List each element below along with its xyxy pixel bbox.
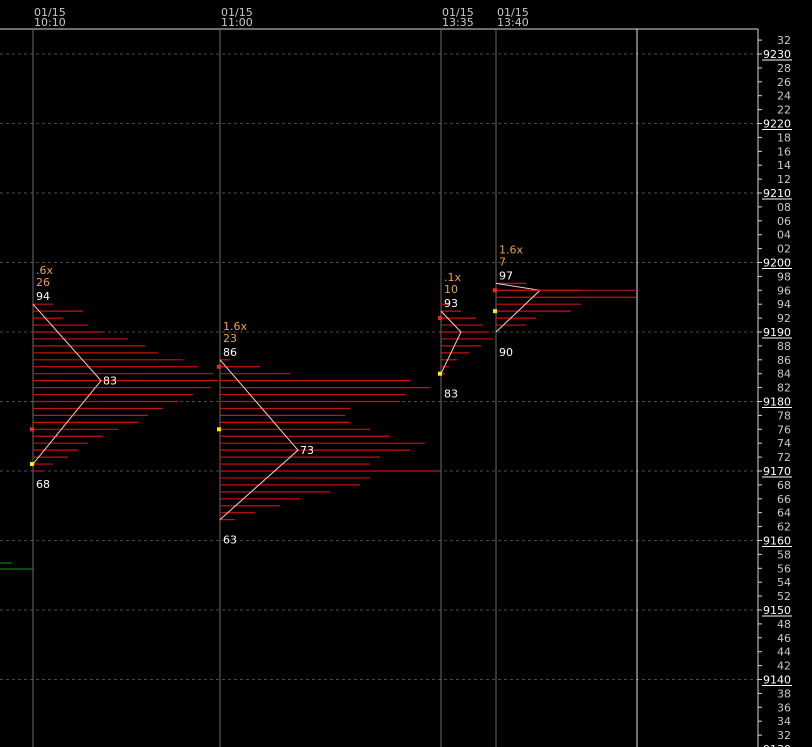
close-marker xyxy=(438,371,442,376)
axis-label-9150: 9150 xyxy=(763,604,791,617)
axis-label-9184: 84 xyxy=(777,368,791,381)
axis-label-9182: 82 xyxy=(777,382,791,395)
axis-label-9218: 18 xyxy=(777,131,791,144)
axis-label-9180: 9180 xyxy=(763,396,791,409)
axis-label-9176: 76 xyxy=(777,423,791,436)
axis-label-9132: 32 xyxy=(777,729,791,742)
axis-label-9224: 24 xyxy=(777,90,791,103)
axis-label-9204: 04 xyxy=(777,229,791,242)
profile-high-label: 86 xyxy=(223,346,237,359)
profile-poc-label: 83 xyxy=(103,375,117,388)
axis-label-9138: 38 xyxy=(777,687,791,700)
axis-label-9226: 26 xyxy=(777,76,791,89)
axis-label-9140: 9140 xyxy=(763,674,791,687)
axis-label-9170: 9170 xyxy=(763,465,791,478)
profile-high-label: 94 xyxy=(36,290,50,303)
close-marker xyxy=(217,427,221,432)
axis-label-9200: 9200 xyxy=(763,257,791,270)
axis-label-9130: 9130 xyxy=(763,743,791,747)
profile-count: 7 xyxy=(499,255,506,268)
axis-label-9188: 88 xyxy=(777,340,791,353)
axis-label-9160: 9160 xyxy=(763,535,791,548)
axis-label-9148: 48 xyxy=(777,618,791,631)
axis-label-9174: 74 xyxy=(777,437,791,450)
axis-label-9158: 58 xyxy=(777,548,791,561)
period-time-1: 11:00 xyxy=(221,16,253,29)
axis-label-9168: 68 xyxy=(777,479,791,492)
profile-low-label: 68 xyxy=(36,478,50,491)
axis-label-9154: 54 xyxy=(777,576,791,589)
profile-low-label: 63 xyxy=(223,534,237,547)
axis-label-9232: 32 xyxy=(777,34,791,47)
axis-label-9220: 9220 xyxy=(763,118,791,131)
profile-high-label: 93 xyxy=(444,297,458,310)
axis-label-9142: 42 xyxy=(777,660,791,673)
volume-profile-chart[interactable]: .6x269468831.6x23866373.1x1093831.6x7979… xyxy=(0,0,812,747)
axis-label-9156: 56 xyxy=(777,562,791,575)
axis-label-9166: 66 xyxy=(777,493,791,506)
axis-label-9190: 9190 xyxy=(763,326,791,339)
profile-count: 26 xyxy=(36,276,50,289)
profile-poc-label: 73 xyxy=(300,444,314,457)
axis-label-9144: 44 xyxy=(777,646,791,659)
axis-label-9178: 78 xyxy=(777,409,791,422)
axis-label-9146: 46 xyxy=(777,632,791,645)
profile-count: 10 xyxy=(444,283,458,296)
axis-label-9172: 72 xyxy=(777,451,791,464)
axis-label-9208: 08 xyxy=(777,201,791,214)
profile-count: 23 xyxy=(223,332,237,345)
open-marker xyxy=(30,427,34,432)
axis-label-9206: 06 xyxy=(777,215,791,228)
axis-label-9192: 92 xyxy=(777,312,791,325)
axis-label-9202: 02 xyxy=(777,243,791,256)
period-time-3: 13:40 xyxy=(497,16,529,29)
period-time-0: 10:10 xyxy=(34,16,66,29)
axis-label-9216: 16 xyxy=(777,145,791,158)
period-time-2: 13:35 xyxy=(442,16,474,29)
axis-label-9212: 12 xyxy=(777,173,791,186)
axis-label-9162: 62 xyxy=(777,521,791,534)
axis-label-9136: 36 xyxy=(777,701,791,714)
axis-label-9164: 64 xyxy=(777,507,791,520)
close-marker xyxy=(493,309,497,314)
axis-label-9214: 14 xyxy=(777,159,791,172)
axis-label-9134: 34 xyxy=(777,715,791,728)
axis-label-9230: 9230 xyxy=(763,48,791,61)
open-marker xyxy=(438,316,442,321)
axis-label-9196: 96 xyxy=(777,284,791,297)
open-marker xyxy=(217,364,221,369)
axis-label-9194: 94 xyxy=(777,298,791,311)
profile-high-label: 97 xyxy=(499,269,513,282)
profile-low-label: 83 xyxy=(444,388,458,401)
axis-label-9210: 9210 xyxy=(763,187,791,200)
axis-label-9186: 86 xyxy=(777,354,791,367)
axis-label-9198: 98 xyxy=(777,270,791,283)
profile-low-label: 90 xyxy=(499,346,513,359)
axis-label-9152: 52 xyxy=(777,590,791,603)
close-marker xyxy=(30,462,34,467)
axis-label-9222: 22 xyxy=(777,104,791,117)
axis-label-9228: 28 xyxy=(777,62,791,75)
